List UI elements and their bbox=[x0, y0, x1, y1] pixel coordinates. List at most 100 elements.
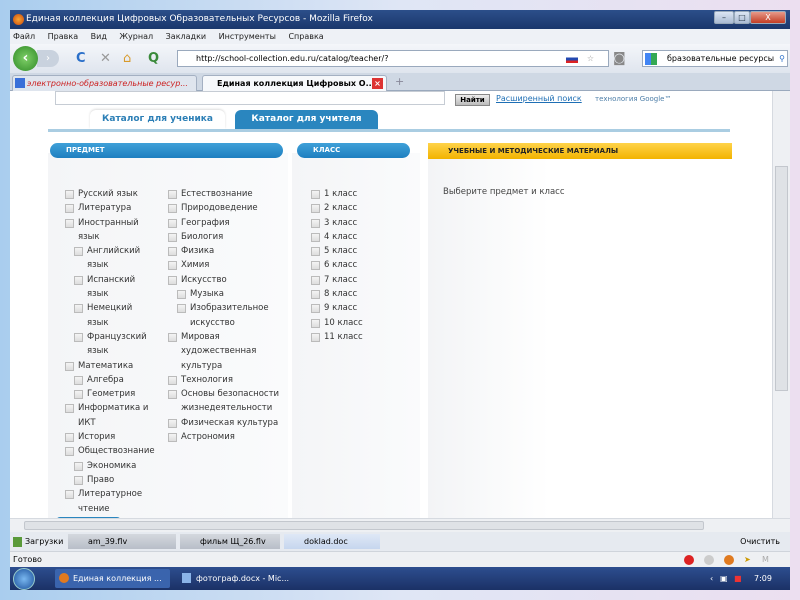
scroll-thumb[interactable] bbox=[24, 521, 704, 530]
find-button[interactable]: Найти bbox=[455, 94, 490, 106]
checkbox[interactable] bbox=[168, 332, 177, 342]
checkbox-item[interactable]: 11 класс bbox=[311, 330, 401, 344]
checkbox[interactable] bbox=[311, 318, 320, 328]
site-search-input[interactable] bbox=[55, 91, 445, 105]
checkbox[interactable] bbox=[168, 218, 177, 228]
checkbox[interactable] bbox=[74, 390, 83, 400]
horizontal-scrollbar[interactable] bbox=[10, 518, 790, 532]
close-tab-icon[interactable]: × bbox=[372, 78, 383, 89]
checkbox-item[interactable]: 8 класс bbox=[311, 287, 401, 301]
bookmark-star-icon[interactable]: ☆ bbox=[587, 51, 594, 66]
checkbox[interactable] bbox=[311, 275, 320, 285]
menu-tools[interactable]: Инструменты bbox=[219, 32, 276, 41]
download-item[interactable]: doklad.doc bbox=[284, 534, 380, 549]
checkbox[interactable] bbox=[311, 218, 320, 228]
checkbox[interactable] bbox=[168, 375, 177, 385]
checkbox-item[interactable]: 3 класс bbox=[311, 216, 401, 230]
checkbox[interactable] bbox=[311, 247, 320, 257]
checkbox-item[interactable]: 7 класс bbox=[311, 273, 401, 287]
checkbox-item[interactable]: Испанский язык bbox=[74, 273, 155, 302]
menu-file[interactable]: Файл bbox=[13, 32, 35, 41]
checkbox-item[interactable]: 4 класс bbox=[311, 230, 401, 244]
home-icon[interactable]: ⌂ bbox=[123, 44, 131, 73]
checkbox[interactable] bbox=[311, 190, 320, 199]
maximize-button[interactable]: □ bbox=[734, 11, 750, 24]
checkbox-item[interactable]: Музыка bbox=[177, 287, 283, 301]
menu-bookmarks[interactable]: Закладки bbox=[166, 32, 206, 41]
checkbox-item[interactable]: Математика bbox=[65, 359, 155, 373]
download-item[interactable]: am_39.flv bbox=[68, 534, 176, 549]
taskbar-item-word[interactable]: фотограф.docx - Mic... bbox=[178, 569, 298, 588]
camera-icon[interactable]: ◙ bbox=[613, 44, 626, 73]
checkbox-item[interactable]: История bbox=[65, 430, 155, 444]
checkbox[interactable] bbox=[311, 332, 320, 342]
clear-downloads-button[interactable]: Очистить bbox=[740, 532, 780, 551]
checkbox[interactable] bbox=[168, 190, 177, 199]
checkbox-item[interactable]: Информатика и ИКТ bbox=[65, 401, 155, 430]
checkbox[interactable] bbox=[168, 261, 177, 271]
checkbox-item[interactable]: Основы безопасности жизнедеятельности bbox=[168, 387, 283, 416]
url-input[interactable]: http://school-collection.edu.ru/catalog/… bbox=[177, 50, 609, 67]
mail-icon[interactable]: M bbox=[762, 552, 769, 568]
checkbox[interactable] bbox=[74, 332, 83, 342]
addon-icon[interactable]: Q bbox=[148, 44, 159, 73]
addon-icon[interactable] bbox=[704, 555, 714, 565]
checkbox[interactable] bbox=[311, 261, 320, 271]
checkbox-item[interactable]: Литературное чтение bbox=[65, 487, 155, 516]
search-input[interactable]: бразовательные ресурсы ⚲ bbox=[642, 50, 788, 67]
tab-teacher-catalog[interactable]: Каталог для учителя bbox=[235, 110, 378, 129]
menu-edit[interactable]: Правка bbox=[48, 32, 78, 41]
checkbox-item[interactable]: 6 класс bbox=[311, 258, 401, 272]
tab-student-catalog[interactable]: Каталог для ученика bbox=[90, 110, 225, 129]
checkbox-item[interactable]: Физическая культура bbox=[168, 416, 283, 430]
checkbox[interactable] bbox=[74, 375, 83, 385]
checkbox[interactable] bbox=[65, 218, 74, 228]
checkbox-item[interactable]: Природоведение bbox=[168, 201, 283, 215]
checkbox[interactable] bbox=[177, 304, 186, 314]
checkbox-item[interactable]: 1 класс bbox=[311, 187, 401, 201]
checkbox[interactable] bbox=[74, 461, 83, 471]
forward-button[interactable]: › bbox=[37, 50, 59, 67]
checkbox-item[interactable]: 9 класс bbox=[311, 301, 401, 315]
checkbox-item[interactable]: Химия bbox=[168, 258, 283, 272]
checkbox[interactable] bbox=[74, 275, 83, 285]
checkbox[interactable] bbox=[311, 304, 320, 314]
scroll-thumb[interactable] bbox=[775, 166, 788, 391]
checkbox-item[interactable]: Физика bbox=[168, 244, 283, 258]
checkbox-item[interactable]: Иностранный язык bbox=[65, 216, 155, 245]
tab-search-results[interactable]: электронно-образовательные ресур... bbox=[12, 75, 197, 91]
advanced-search-link[interactable]: Расширенный поиск bbox=[496, 94, 582, 103]
checkbox-item[interactable]: Французский язык bbox=[74, 330, 155, 359]
stop-icon[interactable]: ✕ bbox=[100, 44, 111, 73]
checkbox[interactable] bbox=[65, 361, 74, 371]
minimize-button[interactable]: – bbox=[714, 11, 734, 24]
checkbox-item[interactable]: 5 класс bbox=[311, 244, 401, 258]
checkbox-item[interactable]: 2 класс bbox=[311, 201, 401, 215]
checkbox-item[interactable]: Биология bbox=[168, 230, 283, 244]
checkbox-item[interactable]: Мировая художественная культура bbox=[168, 330, 283, 373]
checkbox[interactable] bbox=[168, 204, 177, 214]
back-button[interactable]: ‹ bbox=[13, 46, 38, 71]
close-button[interactable]: X bbox=[750, 11, 786, 24]
checkbox[interactable] bbox=[65, 404, 74, 414]
checkbox-item[interactable]: Русский язык bbox=[65, 187, 155, 201]
tab-collection[interactable]: Единая коллекция Цифровых О... × bbox=[202, 75, 387, 91]
vertical-scrollbar[interactable] bbox=[772, 91, 790, 518]
new-tab-icon[interactable]: + bbox=[395, 75, 404, 88]
adblock-icon[interactable] bbox=[684, 555, 694, 565]
checkbox-item[interactable]: Астрономия bbox=[168, 430, 283, 444]
checkbox[interactable] bbox=[311, 232, 320, 242]
checkbox-item[interactable]: Технология bbox=[168, 373, 283, 387]
checkbox-item[interactable]: Естествознание bbox=[168, 187, 283, 201]
menu-help[interactable]: Справка bbox=[288, 32, 323, 41]
checkbox-item[interactable]: Алгебра bbox=[74, 373, 155, 387]
start-button[interactable] bbox=[13, 568, 35, 590]
checkbox-item[interactable]: Изобразительное искусство bbox=[177, 301, 283, 330]
checkbox[interactable] bbox=[65, 204, 74, 214]
menu-view[interactable]: Вид bbox=[91, 32, 107, 41]
checkbox-item[interactable]: Немецкий язык bbox=[74, 301, 155, 330]
cursor-icon[interactable]: ➤ bbox=[744, 552, 751, 568]
checkbox[interactable] bbox=[177, 290, 186, 300]
checkbox[interactable] bbox=[74, 247, 83, 257]
checkbox[interactable] bbox=[168, 275, 177, 285]
